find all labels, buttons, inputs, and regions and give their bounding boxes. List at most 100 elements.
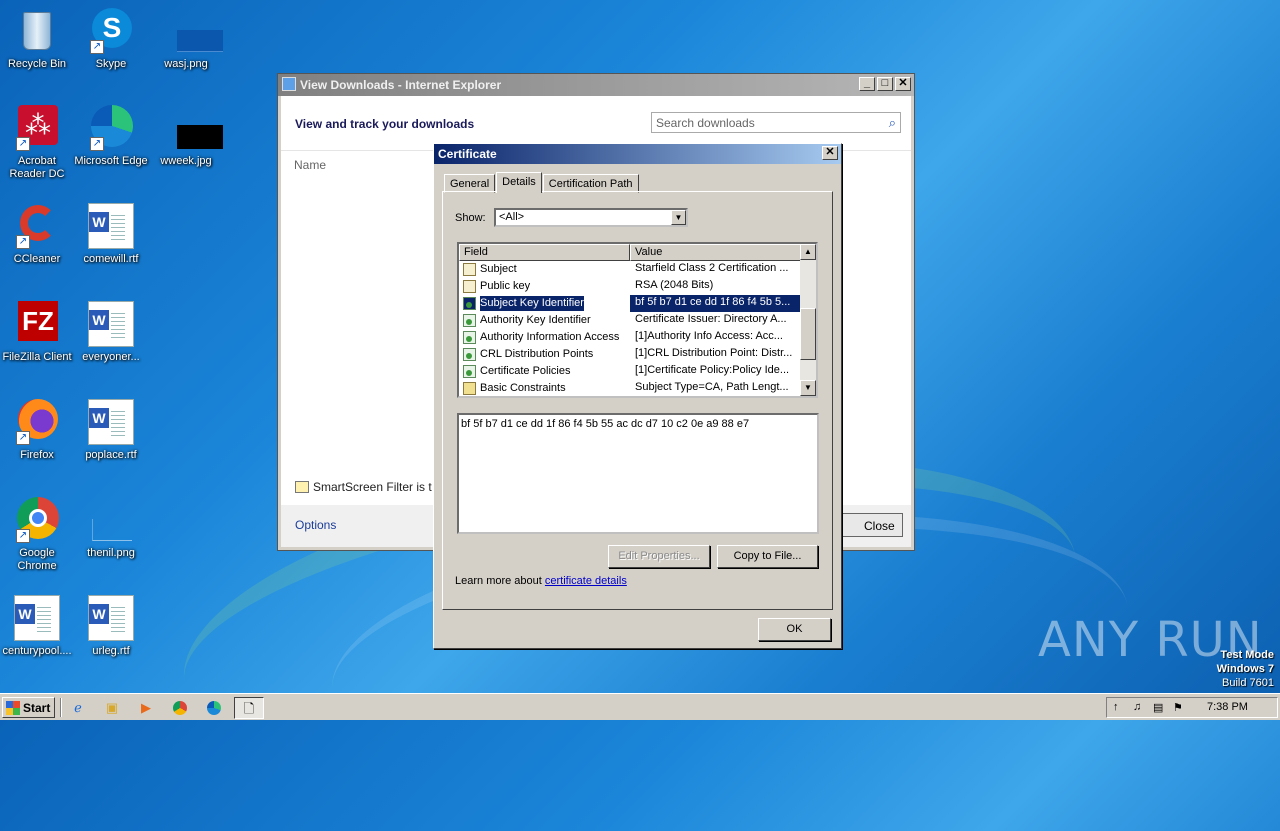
cert-field-icon: [463, 280, 476, 293]
smartscreen-icon: [295, 481, 309, 493]
column-header-name[interactable]: Name: [294, 158, 326, 172]
list-item[interactable]: Public key RSA (2048 Bits): [459, 278, 816, 295]
desktop-icon-thenil[interactable]: thenil.png: [74, 497, 148, 560]
word-doc-icon: W: [14, 595, 60, 641]
chevron-down-icon[interactable]: ▼: [671, 210, 686, 225]
system-tray: ↑ ♫ ▤ ⚑ 7:38 PM: [1106, 697, 1278, 718]
list-item[interactable]: CRL Distribution Points [1]CRL Distribut…: [459, 346, 816, 363]
list-item[interactable]: Basic Constraints Subject Type=CA, Path …: [459, 380, 816, 396]
vertical-scrollbar[interactable]: ▲ ▼: [800, 244, 816, 396]
taskbar: Start ℯ ▣ ▶ 🗋 ↑ ♫ ▤ ⚑ 7:38 PM: [0, 693, 1280, 720]
ie-icon: [282, 77, 296, 91]
tab-details[interactable]: Details: [496, 172, 542, 193]
media-player-icon[interactable]: ▶: [134, 697, 158, 719]
minimize-button[interactable]: _: [859, 77, 875, 91]
word-doc-icon: W: [88, 595, 134, 641]
start-button[interactable]: Start: [2, 697, 55, 718]
acrobat-icon: ⁂ ↗: [14, 105, 60, 151]
desktop-icon-skype[interactable]: S ↗ Skype: [74, 8, 148, 71]
field-value-box[interactable]: bf 5f b7 d1 ce dd 1f 86 f4 5b 55 ac dc d…: [457, 413, 819, 534]
desktop-icon-centurypool[interactable]: W centurypool....: [0, 595, 74, 658]
list-item[interactable]: Subject Starfield Class 2 Certification …: [459, 261, 816, 278]
search-icon[interactable]: ⌕: [889, 115, 896, 131]
edit-properties-button[interactable]: Edit Properties...: [608, 545, 710, 568]
volume-icon[interactable]: ♫: [1133, 701, 1141, 713]
certificate-title-bar[interactable]: Certificate ✕: [434, 144, 841, 164]
image-file-icon: [163, 8, 223, 54]
options-link[interactable]: Options: [295, 518, 336, 532]
list-item[interactable]: Authority Key Identifier Certificate Iss…: [459, 312, 816, 329]
test-mode-notice: Test Mode Windows 7 Build 7601: [1216, 649, 1274, 689]
ccleaner-icon: ↗: [14, 203, 60, 249]
image-file-icon: [88, 497, 134, 543]
desktop-icon-everyoner[interactable]: W everyoner...: [74, 301, 148, 364]
chrome-icon[interactable]: [168, 697, 192, 719]
desktop-icon-chrome[interactable]: ↗ Google Chrome: [0, 497, 74, 573]
desktop-icon-acrobat[interactable]: ⁂ ↗ Acrobat Reader DC: [0, 105, 74, 181]
downloads-header: View and track your downloads: [295, 117, 475, 131]
edge-icon: ↗: [88, 105, 134, 151]
word-doc-icon: W: [88, 203, 134, 249]
flag-icon[interactable]: ⚑: [1173, 701, 1183, 714]
close-dialog-button[interactable]: ✕: [822, 146, 838, 160]
show-dropdown[interactable]: <All> ▼: [494, 208, 688, 227]
word-doc-icon: W: [88, 399, 134, 445]
desktop-icon-firefox[interactable]: ↗ Firefox: [0, 399, 74, 462]
certificate-dialog: Certificate ✕ General Details Certificat…: [433, 143, 842, 649]
scroll-up-icon[interactable]: ▲: [800, 244, 816, 260]
window-title: View Downloads - Internet Explorer: [300, 78, 502, 92]
firefox-icon: ↗: [14, 399, 60, 445]
desktop-icon-wasj[interactable]: wasj.png: [149, 8, 223, 71]
dialog-title: Certificate: [438, 147, 497, 161]
desktop-icon-edge[interactable]: ↗ Microsoft Edge: [74, 105, 148, 168]
list-item[interactable]: Certificate Policies [1]Certificate Poli…: [459, 363, 816, 380]
cert-extension-icon: [463, 331, 476, 344]
clock[interactable]: 7:38 PM: [1207, 701, 1248, 713]
ie-icon[interactable]: ℯ: [66, 697, 90, 719]
cert-extension-icon: [463, 314, 476, 327]
word-doc-icon: W: [88, 301, 134, 347]
desktop-icon-recycle-bin[interactable]: Recycle Bin: [0, 8, 74, 71]
smartscreen-notice: SmartScreen Filter is t: [295, 480, 432, 494]
windows-logo-icon: [6, 701, 20, 715]
learn-more-text: Learn more about certificate details: [455, 575, 627, 587]
desktop-icon-ccleaner[interactable]: ↗ CCleaner: [0, 203, 74, 266]
desktop-icon-filezilla[interactable]: FZ FileZilla Client: [0, 301, 74, 364]
desktop-icon-wweek[interactable]: wweek.jpg: [149, 105, 223, 168]
cert-extension-icon: [463, 297, 476, 310]
close-button[interactable]: Close: [839, 513, 903, 537]
column-header-field[interactable]: Field: [459, 244, 630, 261]
filezilla-icon: FZ: [14, 301, 60, 347]
cert-extension-icon: [463, 348, 476, 361]
network-icon[interactable]: ▤: [1153, 701, 1163, 714]
certificate-details-link[interactable]: certificate details: [545, 575, 627, 587]
scroll-down-icon[interactable]: ▼: [800, 380, 816, 396]
cert-critical-icon: [463, 382, 476, 395]
scroll-thumb[interactable]: [800, 308, 816, 360]
copy-to-file-button[interactable]: Copy to File...: [717, 545, 818, 568]
column-header-value[interactable]: Value: [630, 244, 802, 261]
field-list[interactable]: Field Value Subject Starfield Class 2 Ce…: [457, 242, 818, 398]
desktop-icon-comewill[interactable]: W comewill.rtf: [74, 203, 148, 266]
explorer-icon[interactable]: ▣: [100, 697, 124, 719]
desktop-icon-poplace[interactable]: W poplace.rtf: [74, 399, 148, 462]
edge-icon[interactable]: [202, 697, 226, 719]
image-file-icon: [163, 105, 223, 151]
chrome-icon: ↗: [14, 497, 60, 543]
chevron-up-icon[interactable]: ↑: [1113, 701, 1119, 713]
list-item[interactable]: Authority Information Access [1]Authorit…: [459, 329, 816, 346]
tab-bar: General Details Certification Path: [444, 172, 640, 193]
cert-extension-icon: [463, 365, 476, 378]
details-panel: Show: <All> ▼ Field Value Subject Starfi…: [442, 191, 833, 610]
desktop-icon-urleg[interactable]: W urleg.rtf: [74, 595, 148, 658]
maximize-button[interactable]: □: [877, 77, 893, 91]
document-icon[interactable]: 🗋: [234, 697, 264, 719]
ok-button[interactable]: OK: [758, 618, 831, 641]
search-input[interactable]: Search downloads ⌕: [651, 112, 901, 133]
search-placeholder: Search downloads: [656, 116, 755, 130]
list-item-selected[interactable]: Subject Key Identifier bf 5f b7 d1 ce dd…: [459, 295, 816, 312]
close-window-button[interactable]: ✕: [895, 77, 911, 91]
ie-title-bar[interactable]: View Downloads - Internet Explorer _ □ ✕: [278, 74, 914, 96]
show-label: Show:: [455, 212, 486, 224]
skype-icon: S ↗: [88, 8, 134, 54]
